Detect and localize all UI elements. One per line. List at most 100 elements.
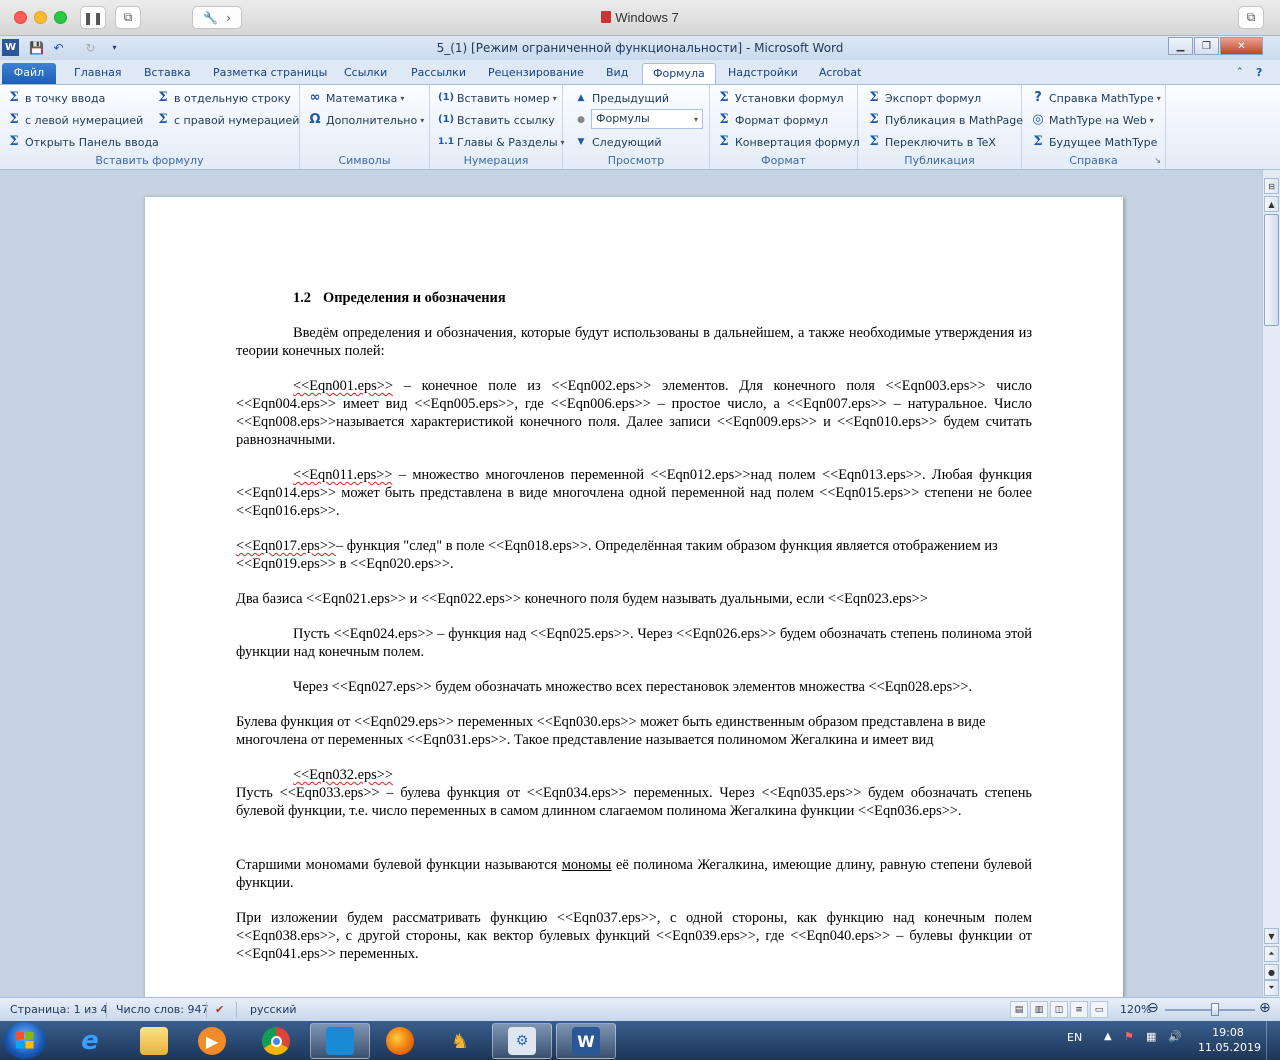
taskbar-chrome[interactable] bbox=[246, 1023, 306, 1059]
sigma-icon: Σ bbox=[9, 90, 19, 105]
page-count[interactable]: Страница: 1 из 4 bbox=[10, 1003, 108, 1016]
outline-view-icon[interactable]: ≡ bbox=[1070, 1001, 1088, 1018]
tab-addins[interactable]: Надстройки bbox=[718, 63, 808, 84]
sigma-left-icon: Σ bbox=[9, 112, 19, 127]
start-button[interactable] bbox=[4, 1022, 46, 1059]
tab-references[interactable]: Ссылки bbox=[334, 63, 397, 84]
math-symbols-dropdown[interactable]: ∞ Математика ▾ bbox=[307, 88, 405, 108]
show-desktop-button[interactable] bbox=[1266, 1021, 1280, 1060]
taskbar-media-player[interactable]: ▶ bbox=[182, 1023, 242, 1059]
insert-reference-button[interactable]: (1) Вставить ссылку bbox=[438, 110, 555, 130]
vertical-scrollbar[interactable]: ⊟ ▲ ▼ ⏶ ● ⏷ bbox=[1262, 170, 1280, 997]
chapters-sections-dropdown[interactable]: 1.1 Главы & Разделы ▾ bbox=[438, 132, 565, 152]
more-symbols-dropdown[interactable]: Ω Дополнительно ▾ bbox=[307, 110, 424, 130]
insert-display-button[interactable]: Σв отдельную строку bbox=[155, 88, 290, 108]
open-input-panel-button[interactable]: Σ Открыть Панель ввода bbox=[6, 132, 158, 152]
chevron-down-icon: ▾ bbox=[693, 115, 698, 124]
restore-button[interactable]: ❐ bbox=[1194, 37, 1219, 55]
future-mathtype-button[interactable]: Σ Будущее MathType bbox=[1030, 132, 1157, 152]
word-count[interactable]: Число слов: 947 bbox=[116, 1003, 209, 1016]
taskbar-ie[interactable]: e bbox=[60, 1023, 120, 1059]
volume-icon[interactable]: 🔊 bbox=[1168, 1030, 1182, 1043]
tab-acrobat[interactable]: Acrobat bbox=[809, 63, 871, 84]
zoom-in-icon[interactable]: ⊕ bbox=[1259, 1000, 1271, 1016]
tab-home[interactable]: Главная bbox=[64, 63, 132, 84]
help-icon[interactable]: ? bbox=[1256, 63, 1262, 84]
taskbar-app-elephant[interactable]: ♞ bbox=[430, 1023, 490, 1059]
infinity-icon: ∞ bbox=[309, 90, 321, 105]
formula-settings-button[interactable]: Σ Установки формул bbox=[716, 88, 843, 108]
taskbar-firefox[interactable] bbox=[370, 1023, 430, 1059]
vm-icon bbox=[601, 11, 612, 23]
scroll-down-icon[interactable]: ▼ bbox=[1264, 928, 1279, 944]
mathpage-icon: Σ bbox=[869, 112, 879, 127]
tray-expand-icon[interactable]: ▲ bbox=[1104, 1031, 1112, 1042]
document-area: 1.2 Определения и обозначения Введём опре… bbox=[0, 170, 1262, 997]
insert-inline-button[interactable]: Σв точку ввода bbox=[6, 88, 105, 108]
tab-review[interactable]: Рецензирование bbox=[478, 63, 594, 84]
previous-page-icon[interactable]: ⏶ bbox=[1264, 946, 1279, 962]
arrow-down-icon: ▼ bbox=[577, 137, 585, 147]
publish-mathpage-button[interactable]: Σ Публикация в MathPage bbox=[866, 110, 1023, 130]
zoom-out-icon[interactable]: ⊖ bbox=[1147, 1000, 1159, 1016]
host-window-bar: ❚❚ ⧉ 🔧 › Windows 7 ⧉ bbox=[0, 0, 1280, 36]
scroll-up-icon[interactable]: ▲ bbox=[1264, 196, 1279, 212]
mathtype-web-dropdown[interactable]: ◎ MathType на Web ▾ bbox=[1030, 110, 1153, 130]
dialog-launcher-icon[interactable]: ↘ bbox=[1154, 156, 1161, 165]
minimize-ribbon-icon[interactable]: ⌃ bbox=[1236, 63, 1244, 84]
insert-right-numbered-button[interactable]: Σс правой нумерацией bbox=[155, 110, 299, 130]
next-page-icon[interactable]: ⏷ bbox=[1264, 980, 1279, 996]
chevron-down-icon: ▾ bbox=[1156, 93, 1161, 103]
taskbar-app-blue[interactable] bbox=[310, 1023, 370, 1059]
paragraph: Старшими мономами булевой функции называ… bbox=[236, 857, 1032, 891]
security-flag-icon[interactable]: ⚑ bbox=[1124, 1030, 1134, 1043]
previous-button[interactable]: ▲ Предыдущий bbox=[573, 88, 670, 108]
insert-left-numbered-button[interactable]: Σс левой нумерацией bbox=[6, 110, 143, 130]
taskbar-word[interactable]: W bbox=[556, 1023, 616, 1059]
group-help: ? Справка MathType ▾ ◎ MathType на Web ▾ Σ Бу… bbox=[1022, 85, 1166, 169]
fullscreen-button[interactable]: ⧉ bbox=[1238, 6, 1264, 29]
insert-number-dropdown[interactable]: (1) Вставить номер ▾ bbox=[438, 88, 557, 108]
taskbar-explorer[interactable] bbox=[124, 1023, 184, 1059]
mathtype-help-dropdown[interactable]: ? Справка MathType ▾ bbox=[1030, 88, 1161, 108]
tab-page-layout[interactable]: Разметка страницы bbox=[203, 63, 337, 84]
language-indicator[interactable]: русский bbox=[250, 1003, 297, 1016]
zoom-slider-thumb[interactable] bbox=[1210, 1003, 1219, 1016]
browse-type-select[interactable]: Формулы ▾ bbox=[591, 109, 703, 129]
browse-target-icon: ● bbox=[577, 115, 585, 125]
paragraph: <<Eqn001.eps>> – конечное поле из <<Eqn0… bbox=[236, 378, 1032, 448]
ruler-toggle-icon[interactable]: ⊟ bbox=[1264, 178, 1279, 194]
draft-view-icon[interactable]: ▭ bbox=[1090, 1001, 1108, 1018]
sigma-icon: Σ bbox=[158, 90, 168, 105]
format-formulas-button[interactable]: Σ Формат формул bbox=[716, 110, 828, 130]
scrollbar-thumb[interactable] bbox=[1264, 214, 1279, 326]
omega-icon: Ω bbox=[309, 112, 321, 127]
paragraph: Два базиса <<Eqn021.eps>> и <<Eqn022.eps… bbox=[236, 591, 928, 607]
paragraph: <<Eqn011.eps>> – множество многочленов п… bbox=[236, 467, 1032, 519]
chrome-icon bbox=[262, 1027, 290, 1055]
clock[interactable]: 19:08 11.05.2019 bbox=[1198, 1025, 1261, 1055]
tab-view[interactable]: Вид bbox=[596, 63, 638, 84]
proofing-icon[interactable]: ✔ bbox=[215, 1003, 224, 1016]
document-page[interactable]: 1.2 Определения и обозначения Введём опре… bbox=[145, 197, 1123, 997]
network-icon[interactable]: ▦ bbox=[1146, 1030, 1156, 1043]
tab-mailings[interactable]: Рассылки bbox=[401, 63, 476, 84]
taskbar-control-panel[interactable]: ⚙ bbox=[492, 1023, 552, 1059]
export-formulas-button[interactable]: Σ Экспорт формул bbox=[866, 88, 981, 108]
full-screen-reading-icon[interactable]: ▥ bbox=[1030, 1001, 1048, 1018]
tab-formula[interactable]: Формула bbox=[642, 63, 716, 84]
web-layout-icon[interactable]: ◫ bbox=[1050, 1001, 1068, 1018]
tab-insert[interactable]: Вставка bbox=[134, 63, 201, 84]
toggle-tex-button[interactable]: Σ Переключить в TeX bbox=[866, 132, 996, 152]
fullscreen-icon: ⧉ bbox=[1246, 10, 1256, 24]
select-browse-object-icon[interactable]: ● bbox=[1264, 964, 1279, 980]
next-button[interactable]: ▼ Следующий bbox=[573, 132, 662, 152]
tab-file[interactable]: Файл bbox=[2, 63, 56, 84]
minimize-button[interactable]: ▁ bbox=[1168, 37, 1193, 55]
paragraph: Булева функция от <<Eqn029.eps>> перемен… bbox=[236, 714, 986, 748]
input-language[interactable]: EN bbox=[1067, 1031, 1082, 1044]
convert-formulas-button[interactable]: Σ Конвертация формул bbox=[716, 132, 859, 152]
close-button[interactable]: ✕ bbox=[1220, 37, 1263, 55]
globe-icon: ◎ bbox=[1032, 112, 1044, 127]
print-layout-view-icon[interactable]: ▤ bbox=[1010, 1001, 1028, 1018]
